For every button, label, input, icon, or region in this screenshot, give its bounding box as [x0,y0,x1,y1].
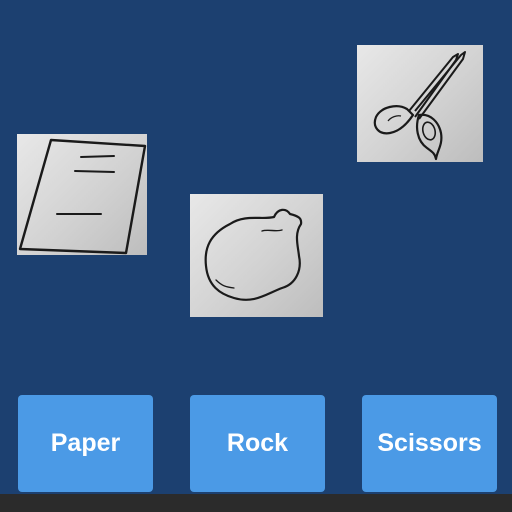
rock-sketch-icon [204,208,303,301]
scissors-card[interactable] [357,45,483,162]
paper-card[interactable] [17,134,147,255]
bottom-bar [0,494,512,512]
scissors-sketch-icon [373,51,466,161]
rock-card[interactable] [190,194,323,317]
paper-button[interactable]: Paper [18,395,153,492]
scissors-button[interactable]: Scissors [362,395,497,492]
rock-button[interactable]: Rock [190,395,325,492]
paper-sketch-icon [18,138,147,255]
